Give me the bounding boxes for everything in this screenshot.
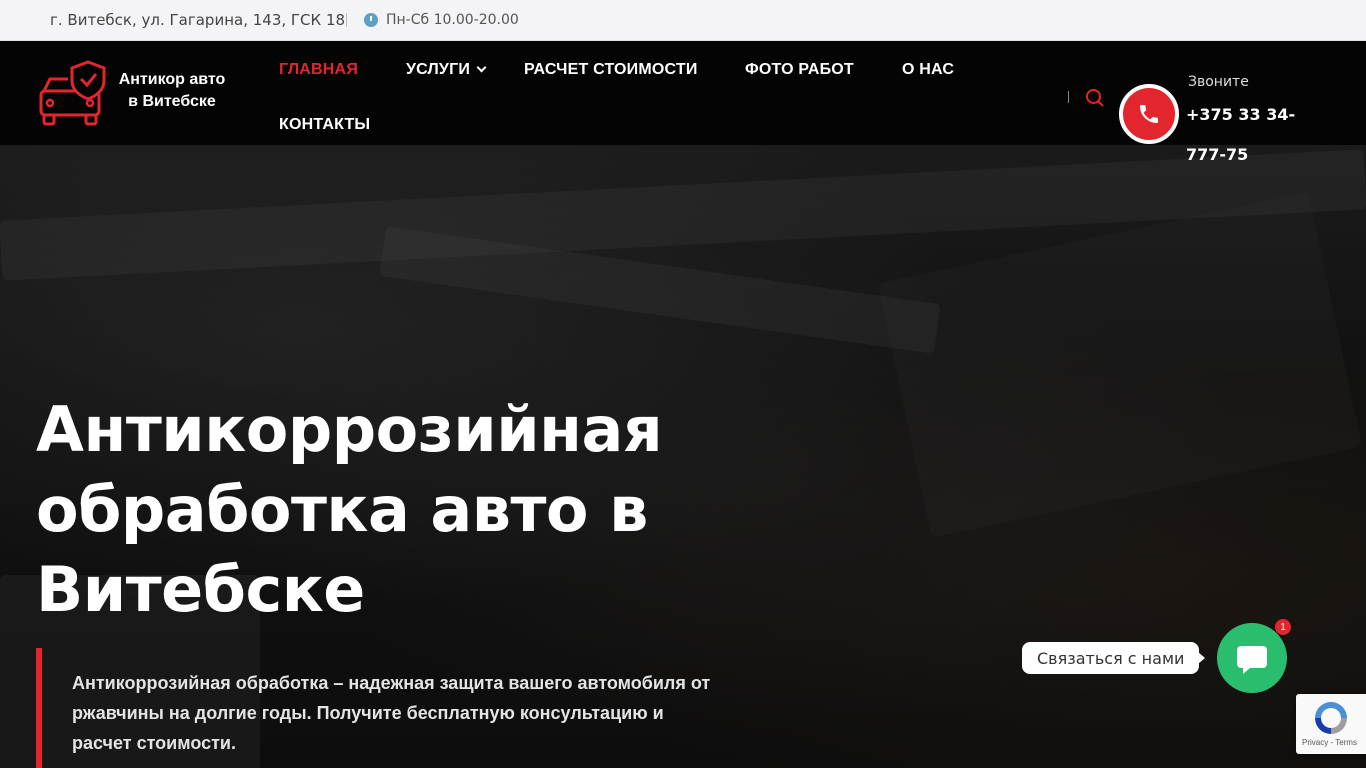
chat-icon — [1237, 646, 1267, 674]
nav-item-services[interactable]: УСЛУГИ — [406, 61, 487, 79]
nav-item-gallery[interactable]: ФОТО РАБОТ — [745, 61, 854, 79]
topbar-divider — [346, 13, 347, 27]
phone-icon — [1140, 105, 1158, 123]
recaptcha-icon — [1315, 702, 1347, 734]
recaptcha-badge[interactable]: Privacy - Terms — [1296, 694, 1366, 754]
logo-line-2: в Витебске — [128, 93, 216, 110]
phone-number-link[interactable]: +375 33 34-777-75 — [1186, 95, 1326, 175]
nav-item-home[interactable]: ГЛАВНАЯ — [279, 61, 358, 79]
call-button[interactable] — [1119, 84, 1179, 144]
contact-widget-button[interactable] — [1217, 623, 1287, 693]
hero-section: Антикоррозийная обработка авто в Витебск… — [0, 145, 1366, 768]
hero-title: Антикоррозийная обработка авто в Витебск… — [36, 393, 663, 626]
hero-accent-bar — [36, 648, 42, 768]
nav-item-services-label: УСЛУГИ — [406, 61, 471, 78]
logo-car-shield-icon — [39, 60, 106, 126]
notification-badge: 1 — [1275, 619, 1291, 635]
header-divider — [1068, 91, 1069, 103]
address-text: г. Витебск, ул. Гагарина, 143, ГСК 18 — [50, 11, 346, 29]
logo-line-1: Антикор авто — [118, 71, 226, 88]
working-hours-text: Пн-Сб 10.00-20.00 — [386, 12, 519, 28]
recaptcha-links[interactable]: Privacy - Terms — [1302, 738, 1357, 747]
top-info-bar: г. Витебск, ул. Гагарина, 143, ГСК 18 Пн… — [0, 0, 1366, 41]
nav-item-contacts[interactable]: КОНТАКТЫ — [279, 116, 370, 134]
chevron-down-icon — [476, 62, 487, 73]
site-logo[interactable]: Антикор авто в Витебске — [38, 59, 238, 129]
hero-subtitle: Антикоррозийная обработка – надежная защ… — [72, 673, 711, 753]
working-hours: Пн-Сб 10.00-20.00 — [364, 12, 519, 28]
clock-icon — [364, 13, 378, 27]
logo-text: Антикор авто в Витебске — [114, 69, 230, 113]
nav-item-pricing[interactable]: РАСЧЕТ СТОИМОСТИ — [524, 61, 698, 79]
nav-item-about[interactable]: О НАС — [902, 61, 954, 79]
search-icon[interactable] — [1085, 88, 1105, 108]
call-label: Звоните — [1188, 74, 1249, 90]
site-header: Антикор авто в Витебске ГЛАВНАЯ УСЛУГИ Р… — [0, 41, 1366, 164]
contact-us-tooltip[interactable]: Связаться с нами — [1022, 642, 1206, 674]
